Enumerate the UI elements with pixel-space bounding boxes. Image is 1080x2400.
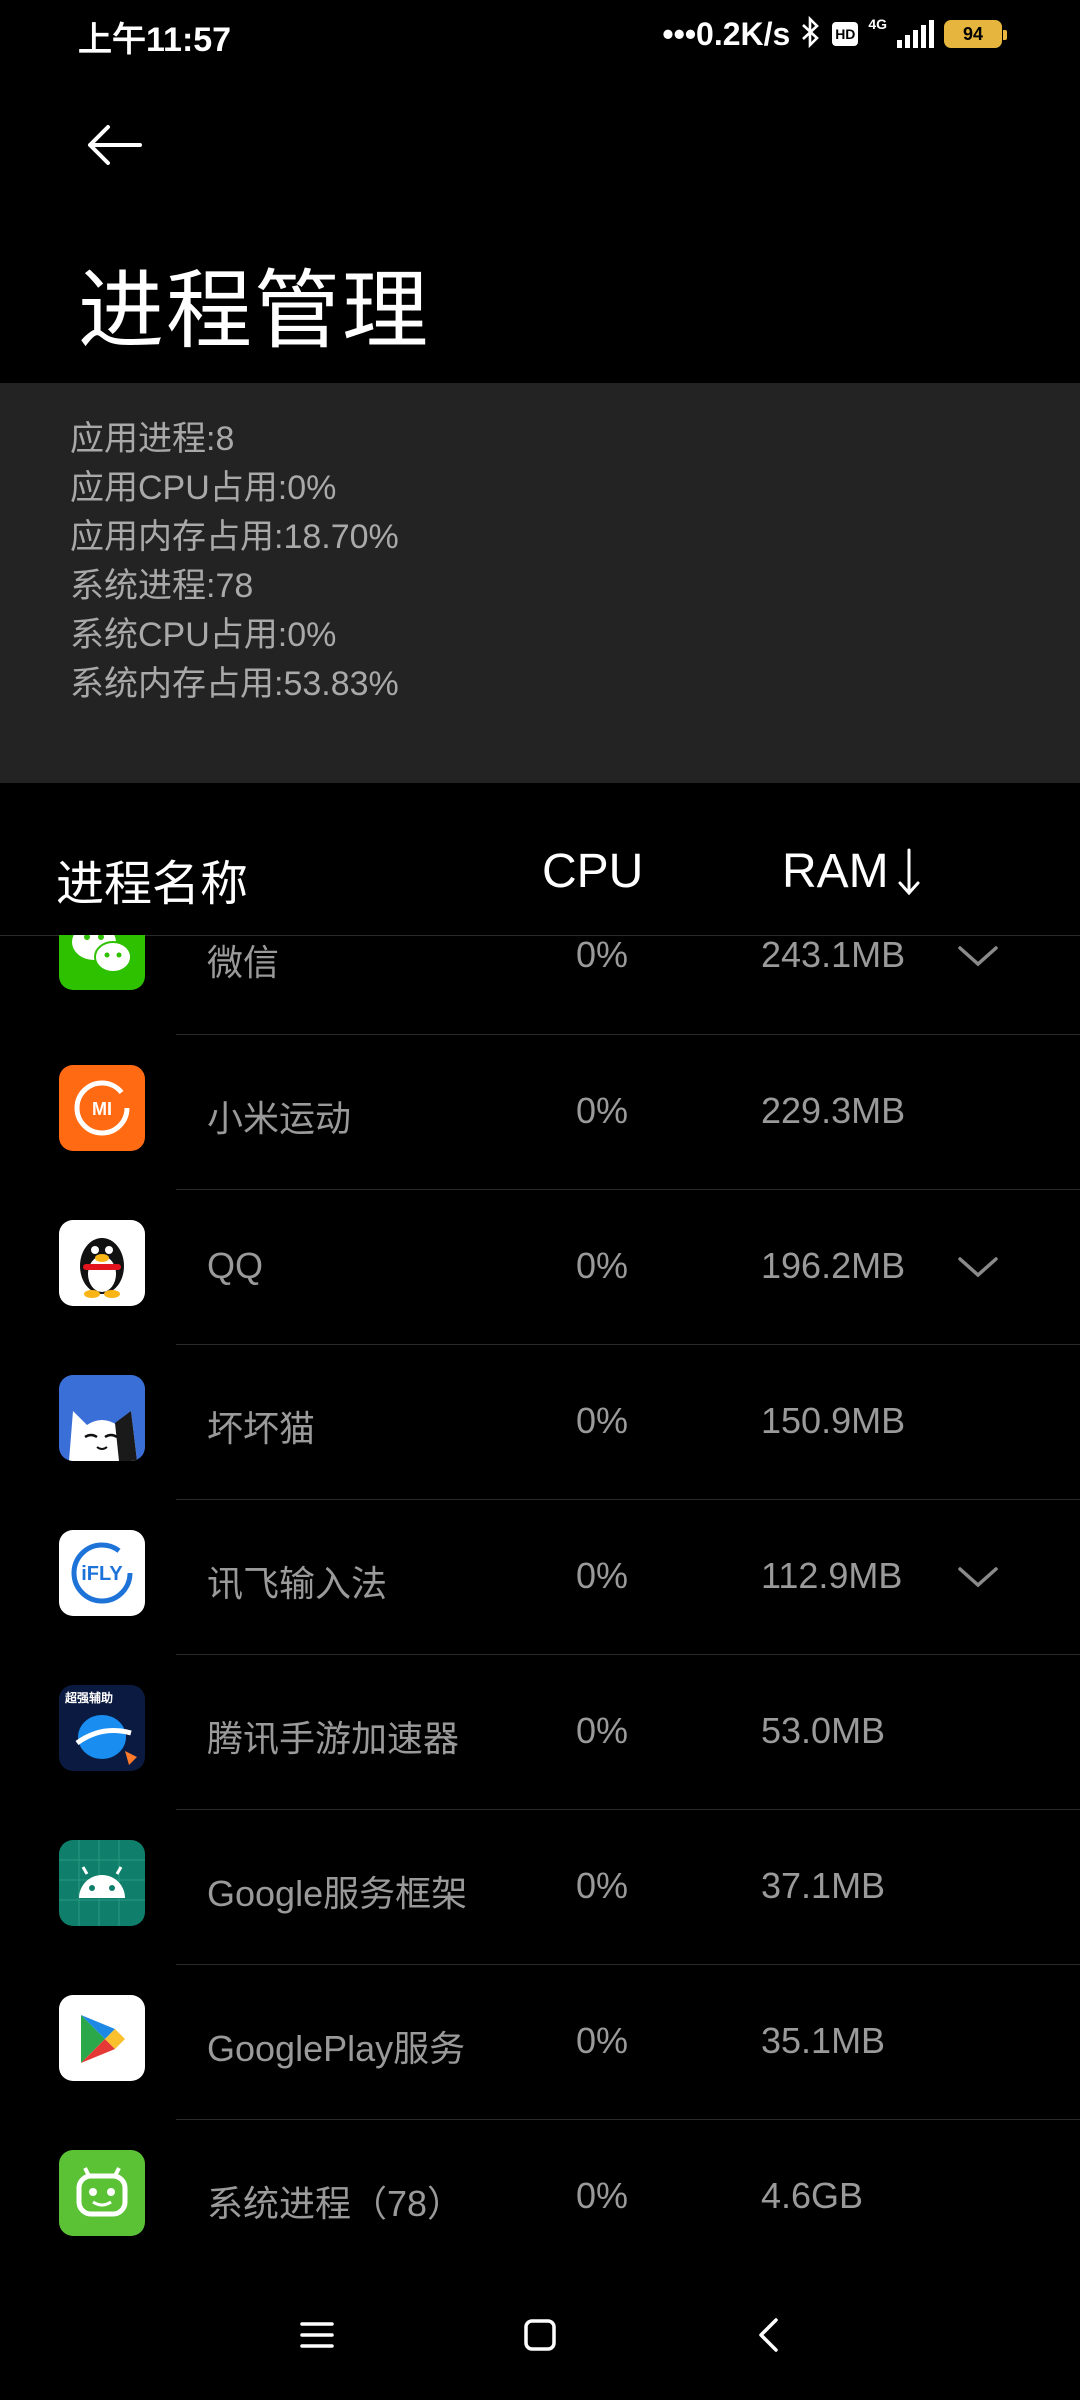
- play-services-icon: [59, 1995, 145, 2081]
- process-ram: 243.1MB: [761, 935, 906, 975]
- network-type: 4G: [868, 16, 887, 32]
- column-name-header[interactable]: 进程名称: [56, 844, 248, 914]
- process-row-google-framework[interactable]: Google服务框架 0% 37.1MB: [0, 1810, 1080, 1965]
- process-cpu: 0%: [576, 1865, 629, 1906]
- system-memory-usage: 系统内存占用:53.83%: [70, 665, 399, 703]
- process-cpu: 0%: [576, 2020, 629, 2061]
- back-chevron-icon: [759, 2318, 778, 2352]
- column-ram-header[interactable]: RAM: [782, 844, 921, 899]
- svg-text:MI: MI: [92, 1099, 112, 1119]
- process-cpu: 0%: [576, 935, 629, 975]
- wechat-icon: [59, 935, 145, 990]
- process-ram: 196.2MB: [761, 1245, 906, 1286]
- process-name: GooglePlay服务: [207, 2028, 466, 2069]
- status-icons: •••0.2K/s HD 4G 94: [662, 12, 1007, 56]
- process-row-game-booster[interactable]: 超强辅助 腾讯手游加速器 0% 53.0MB: [0, 1655, 1080, 1810]
- system-cpu-usage: 系统CPU占用:0%: [70, 616, 337, 654]
- process-ram: 150.9MB: [761, 1400, 906, 1441]
- process-row-play-services[interactable]: GooglePlay服务 0% 35.1MB: [0, 1965, 1080, 2120]
- process-row-huaihuaimao[interactable]: 坏坏猫 0% 150.9MB: [0, 1345, 1080, 1500]
- process-ram: 112.9MB: [761, 1555, 903, 1596]
- game-booster-badge: 超强辅助: [65, 1691, 114, 1705]
- sort-descending-icon: [898, 848, 920, 895]
- process-name: 腾讯手游加速器: [207, 1718, 460, 1759]
- process-name: QQ: [207, 1245, 264, 1286]
- ifly-icon: iFLY: [59, 1530, 145, 1616]
- summary-panel: 应用进程:8 应用CPU占用:0% 应用内存占用:18.70% 系统进程:78 …: [0, 383, 1080, 783]
- process-name: 坏坏猫: [207, 1408, 316, 1449]
- chevron-down-icon[interactable]: [956, 942, 1000, 970]
- process-ram: 35.1MB: [761, 2020, 886, 2061]
- process-cpu: 0%: [576, 1245, 629, 1286]
- page-title: 进程管理: [78, 263, 430, 359]
- network-speed: •••0.2K/s: [662, 15, 791, 52]
- home-square-icon: [524, 2319, 556, 2351]
- column-ram-label: RAM: [782, 845, 889, 898]
- back-arrow-icon: [88, 125, 142, 165]
- process-cpu: 0%: [576, 1090, 629, 1131]
- process-name: 讯飞输入法: [207, 1563, 388, 1604]
- process-row-mi-fit[interactable]: MI 小米运动 0% 229.3MB: [0, 1035, 1080, 1190]
- game-booster-icon: 超强辅助: [59, 1685, 145, 1771]
- process-cpu: 0%: [576, 1555, 629, 1596]
- chevron-down-icon[interactable]: [956, 1563, 1000, 1591]
- process-cpu: 0%: [576, 1710, 629, 1751]
- cat-icon: [59, 1375, 145, 1461]
- process-cpu: 0%: [576, 1400, 629, 1441]
- process-ram: 37.1MB: [761, 1865, 886, 1906]
- process-name: 系统进程（78）: [207, 2183, 464, 2224]
- system-process-count: 系统进程:78: [70, 567, 254, 605]
- status-bar: 上午11:57 •••0.2K/s HD 4G 94: [0, 0, 1080, 66]
- list-header: 进程名称 CPU RAM: [0, 785, 1080, 936]
- home-button[interactable]: [505, 2300, 575, 2370]
- hd-voice-icon: HD: [832, 22, 859, 46]
- signal-icon: [897, 20, 934, 48]
- nav-back-button[interactable]: [733, 2300, 803, 2370]
- app-process-count: 应用进程:8: [70, 420, 235, 458]
- process-name: 小米运动: [207, 1098, 352, 1139]
- column-cpu-header[interactable]: CPU: [542, 844, 643, 899]
- app-cpu-usage: 应用CPU占用:0%: [70, 469, 337, 507]
- process-ram: 4.6GB: [761, 2175, 864, 2216]
- android-icon: [59, 1840, 145, 1926]
- process-row-system[interactable]: 系统进程（78） 0% 4.6GB: [0, 2120, 1080, 2270]
- mi-fit-icon: MI: [59, 1065, 145, 1151]
- recents-button[interactable]: [282, 2300, 352, 2370]
- process-row-qq[interactable]: QQ 0% 196.2MB: [0, 1190, 1080, 1345]
- back-button[interactable]: [78, 115, 150, 175]
- system-process-icon: [59, 2150, 145, 2236]
- process-ram: 229.3MB: [761, 1090, 906, 1131]
- bluetooth-icon: [800, 15, 822, 53]
- qq-penguin-icon: [59, 1220, 145, 1306]
- status-time: 上午11:57: [78, 21, 232, 59]
- menu-icon: [300, 2322, 334, 2348]
- chevron-down-icon[interactable]: [956, 1253, 1000, 1281]
- process-row-wechat[interactable]: 微信 0% 243.1MB: [0, 935, 1080, 1035]
- process-ram: 53.0MB: [761, 1710, 886, 1751]
- process-cpu: 0%: [576, 2175, 629, 2216]
- navigation-bar: [0, 2270, 1080, 2400]
- process-name: 微信: [207, 942, 280, 983]
- svg-text:iFLY: iFLY: [81, 1563, 123, 1585]
- app-memory-usage: 应用内存占用:18.70%: [70, 518, 399, 556]
- process-name: Google服务框架: [207, 1873, 468, 1914]
- battery-icon: 94: [944, 20, 1007, 48]
- process-row-ifly[interactable]: iFLY 讯飞输入法 0% 112.9MB: [0, 1500, 1080, 1655]
- process-list[interactable]: 微信 0% 243.1MB MI 小米运动 0% 229.3MB QQ 0% 1…: [0, 935, 1080, 2270]
